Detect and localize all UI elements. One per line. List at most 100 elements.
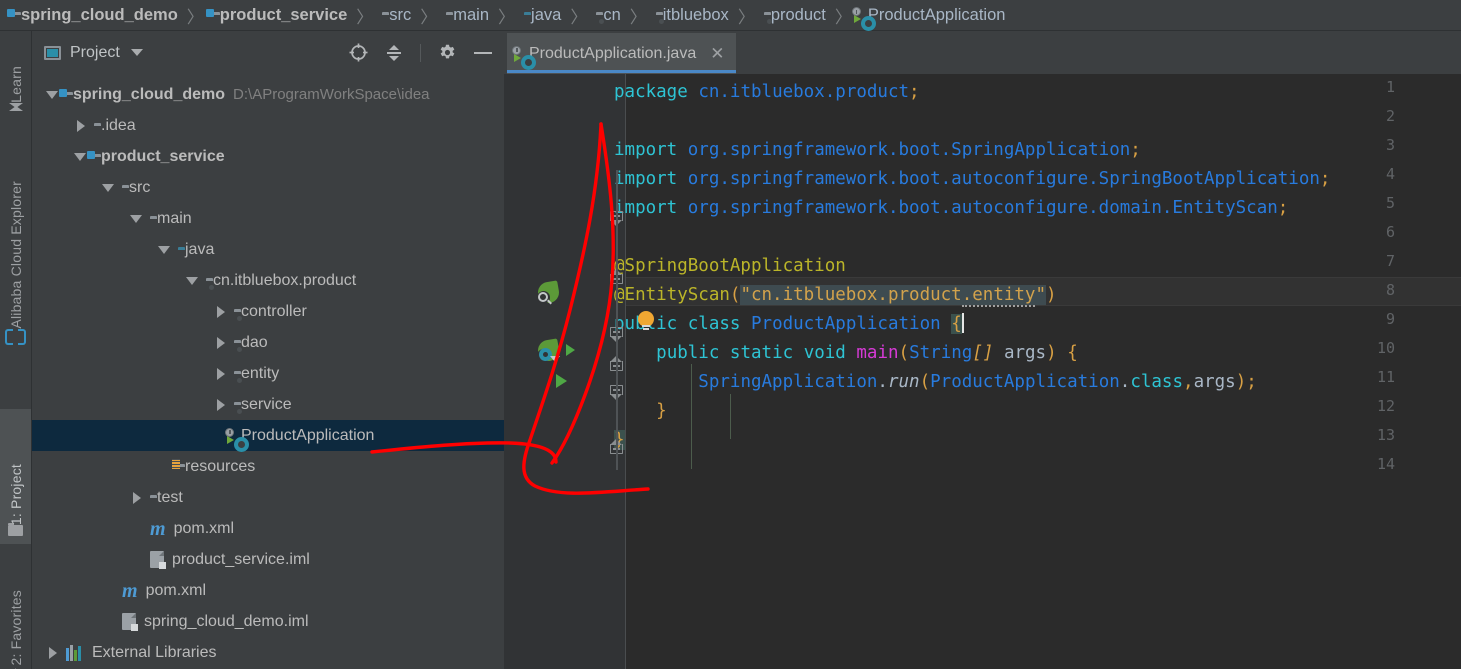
tool-label: 1: Project (7, 463, 24, 525)
breadcrumb-item-product[interactable]: product (764, 0, 826, 31)
code-line[interactable]: public class ProductApplication { (614, 310, 964, 339)
maven-icon: m (122, 579, 138, 602)
line-number: 4 (1385, 165, 1395, 183)
line-number: 1 (1385, 78, 1395, 96)
chevron-down-icon[interactable] (46, 88, 59, 101)
chevron-right-icon[interactable] (46, 646, 59, 659)
tab-productapplication-java[interactable]: ProductApplication.java ✕ (507, 33, 737, 74)
breadcrumb-item-product-service[interactable]: product_service (205, 0, 348, 31)
spring-bean-gutter-icon[interactable] (536, 280, 561, 305)
tree-node-dao[interactable]: dao (32, 327, 504, 358)
indent-guide (730, 394, 731, 439)
breadcrumb: spring_cloud_demo 〉 product_service 〉 sr… (0, 0, 1461, 31)
code-line[interactable]: } (614, 397, 667, 426)
gear-icon[interactable] (438, 43, 457, 62)
project-tool-window: Project spring_cloud_demo D:\AProgramWor… (32, 31, 504, 669)
cloud-brackets-icon (5, 329, 26, 345)
chevron-right-icon[interactable] (214, 367, 227, 380)
tree-node-label: test (157, 488, 183, 506)
chevron-down-icon[interactable] (102, 181, 115, 194)
minimize-icon[interactable] (474, 51, 492, 54)
tree-node-idea[interactable]: .idea (32, 110, 504, 141)
editor-gutter[interactable] (504, 74, 608, 669)
graduation-cap-icon (8, 103, 23, 114)
tree-node-path: D:\AProgramWorkSpace\idea (233, 86, 430, 103)
iml-file-icon (122, 613, 138, 631)
tree-node-external-libraries[interactable]: External Libraries (32, 637, 504, 668)
tree-node-cn-itbluebox-product[interactable]: cn.itbluebox.product (32, 265, 504, 296)
tree-node-resources[interactable]: resources (32, 451, 504, 482)
chevron-right-icon[interactable] (214, 305, 227, 318)
code-line[interactable]: @SpringBootApplication (614, 252, 846, 281)
code-line[interactable]: public static void main(String[] args) { (614, 339, 1078, 368)
line-number: 14 (1376, 455, 1395, 473)
breadcrumb-item-main[interactable]: main (446, 0, 489, 31)
tree-node-pom-xml[interactable]: m pom.xml (32, 513, 504, 544)
tree-node-entity[interactable]: entity (32, 358, 504, 389)
breadcrumb-item-productapplication[interactable]: ProductApplication (851, 0, 1005, 31)
tree-node-product-service[interactable]: product_service (32, 141, 504, 172)
chevron-down-icon[interactable] (130, 212, 143, 225)
tree-node-test[interactable]: test (32, 482, 504, 513)
breadcrumb-label: java (531, 5, 562, 24)
breadcrumb-separator: 〉 (629, 7, 647, 27)
chevron-right-icon[interactable] (74, 119, 87, 132)
breadcrumb-item-cn[interactable]: cn (596, 0, 621, 31)
line-number: 13 (1376, 426, 1395, 444)
code-line[interactable]: package cn.itbluebox.product; (614, 78, 920, 107)
chevron-down-icon[interactable] (158, 243, 171, 256)
breadcrumb-separator: 〉 (834, 7, 852, 27)
tree-node-src[interactable]: src (32, 172, 504, 203)
breadcrumb-item-src[interactable]: src (382, 0, 411, 31)
tree-node-controller[interactable]: controller (32, 296, 504, 327)
chevron-right-icon[interactable] (130, 491, 143, 504)
tree-node-pom-xml[interactable]: m pom.xml (32, 575, 504, 606)
code-line[interactable]: SpringApplication.run(ProductApplication… (614, 368, 1257, 397)
tool-button-project[interactable]: 1: Project (0, 409, 31, 544)
chevron-down-icon[interactable] (130, 49, 143, 56)
tree-node-label: resources (185, 457, 256, 475)
code-line[interactable]: import org.springframework.boot.autoconf… (614, 165, 1330, 194)
intention-bulb-icon[interactable] (638, 311, 655, 331)
tree-node-java[interactable]: java (32, 234, 504, 265)
collapse-all-icon[interactable] (385, 44, 403, 62)
chevron-right-icon[interactable] (214, 336, 227, 349)
run-main-method-gutter-icon[interactable] (556, 374, 567, 388)
breadcrumb-label: product_service (219, 5, 348, 24)
breadcrumb-separator: 〉 (420, 7, 438, 27)
code-editor[interactable]: 1 2 3 4 5 6 7 8 9 10 11 12 13 14 package cn.itbluebox… (504, 74, 1461, 669)
tree-node-productapplication[interactable]: ProductApplication (32, 420, 504, 452)
run-application-gutter-icon[interactable] (566, 344, 575, 356)
tool-label: Learn (7, 66, 24, 103)
code-line[interactable]: @EntityScan("cn.itbluebox.product.entity… (614, 281, 1057, 310)
chevron-down-icon[interactable] (186, 274, 199, 287)
tool-button-alibaba-cloud-explorer[interactable]: Alibaba Cloud Explorer (0, 123, 31, 353)
tree-node-service[interactable]: service (32, 389, 504, 420)
indent-guide (691, 364, 692, 469)
tree-node-spring-cloud-demo-iml[interactable]: spring_cloud_demo.iml (32, 606, 504, 637)
close-icon[interactable]: ✕ (710, 45, 724, 62)
tree-node-label: spring_cloud_demo.iml (144, 612, 309, 630)
chevron-right-icon[interactable] (214, 398, 227, 411)
project-file-tree[interactable]: spring_cloud_demo D:\AProgramWorkSpace\id… (32, 74, 504, 669)
spring-run-application-gutter-icon[interactable] (536, 338, 561, 363)
line-number: 2 (1385, 107, 1395, 125)
tree-node-spring-cloud-demo[interactable]: spring_cloud_demo D:\AProgramWorkSpace\id… (32, 79, 504, 110)
tree-node-main[interactable]: main (32, 203, 504, 234)
breadcrumb-item-java[interactable]: java (524, 0, 561, 31)
breadcrumb-item-spring-cloud-demo[interactable]: spring_cloud_demo (7, 0, 178, 31)
code-line[interactable]: import org.springframework.boot.SpringAp… (614, 136, 1141, 165)
tree-node-product-service-iml[interactable]: product_service.iml (32, 544, 504, 575)
chevron-down-icon[interactable] (74, 150, 87, 163)
line-number: 3 (1385, 136, 1395, 154)
tool-button-favorites[interactable]: ★ 2: Favorites (0, 551, 31, 669)
code-line[interactable]: import org.springframework.boot.autoconf… (614, 194, 1288, 223)
target-icon[interactable] (349, 43, 368, 62)
tool-button-learn[interactable]: Learn (0, 37, 31, 121)
breadcrumb-item-itbluebox[interactable]: itbluebox (656, 0, 729, 31)
tree-node-label: ProductApplication (241, 426, 375, 444)
project-panel-actions (349, 43, 492, 62)
maven-icon: m (150, 517, 166, 540)
project-panel-header: Project (32, 31, 504, 74)
